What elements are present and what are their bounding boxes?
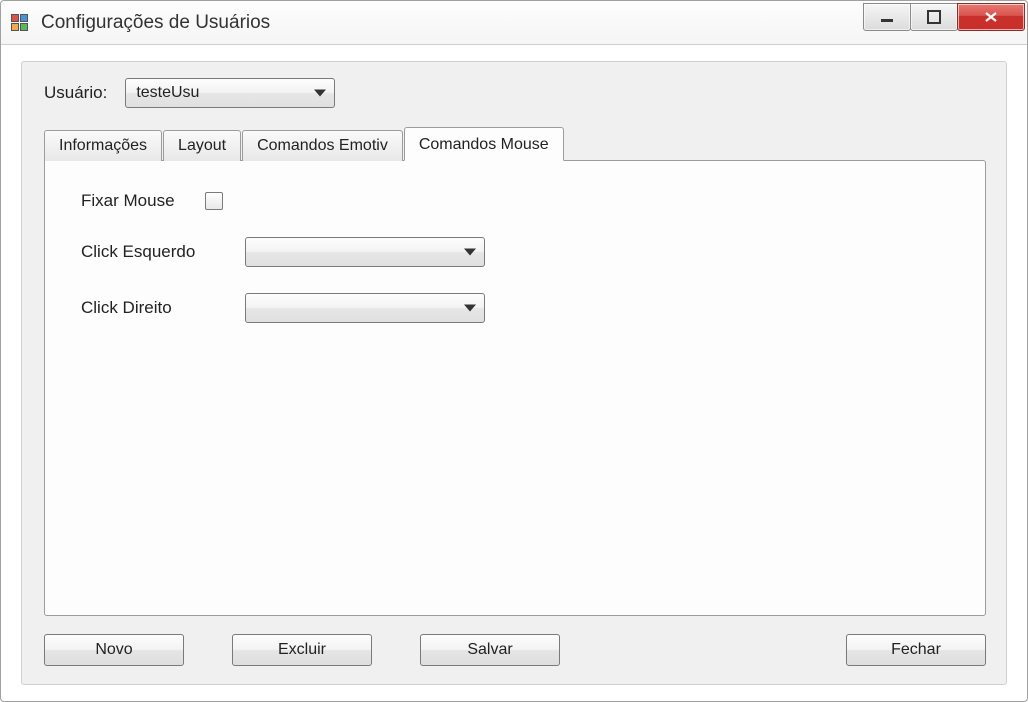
close-button[interactable] <box>957 3 1025 31</box>
chevron-down-icon <box>314 90 326 97</box>
tab-label: Informações <box>59 137 147 154</box>
close-icon <box>983 10 999 24</box>
window: Configurações de Usuários Usuário: tes <box>0 0 1028 702</box>
row-fixar-mouse: Fixar Mouse <box>75 191 955 211</box>
minimize-button[interactable] <box>863 3 911 31</box>
fechar-button[interactable]: Fechar <box>846 634 986 666</box>
chevron-down-icon <box>464 249 476 256</box>
salvar-button[interactable]: Salvar <box>420 634 560 666</box>
tab-label: Layout <box>178 137 226 154</box>
checkbox-fixar-mouse[interactable] <box>205 192 223 210</box>
minimize-icon <box>880 10 894 24</box>
tab-comandos-mouse[interactable]: Comandos Mouse <box>404 127 564 161</box>
maximize-icon <box>927 10 941 24</box>
row-click-direito: Click Direito <box>75 293 955 323</box>
tab-page-comandos-mouse: Fixar Mouse Click Esquerdo Click Direito <box>44 160 986 616</box>
label-click-direito: Click Direito <box>75 298 245 318</box>
combobox-click-direito[interactable] <box>245 293 485 323</box>
label-fixar-mouse: Fixar Mouse <box>75 191 205 211</box>
maximize-button[interactable] <box>910 3 958 31</box>
user-label: Usuário: <box>44 83 107 103</box>
label-click-esquerdo: Click Esquerdo <box>75 242 245 262</box>
button-label: Fechar <box>891 641 941 659</box>
window-title: Configurações de Usuários <box>41 12 270 34</box>
row-click-esquerdo: Click Esquerdo <box>75 237 955 267</box>
tab-label: Comandos Emotiv <box>257 137 388 154</box>
chevron-down-icon <box>464 305 476 312</box>
tab-comandos-emotiv[interactable]: Comandos Emotiv <box>242 130 403 161</box>
combobox-click-esquerdo[interactable] <box>245 237 485 267</box>
main-panel: Usuário: testeUsu Informações Layout Com… <box>21 61 1007 685</box>
button-label: Excluir <box>278 641 326 659</box>
user-combobox[interactable]: testeUsu <box>125 78 335 108</box>
window-controls <box>864 3 1025 33</box>
app-icon <box>11 14 29 32</box>
button-label: Novo <box>95 641 132 659</box>
user-row: Usuário: testeUsu <box>44 78 986 108</box>
tab-informacoes[interactable]: Informações <box>44 130 162 161</box>
tab-label: Comandos Mouse <box>419 136 549 153</box>
titlebar: Configurações de Usuários <box>1 1 1027 45</box>
button-label: Salvar <box>467 641 512 659</box>
excluir-button[interactable]: Excluir <box>232 634 372 666</box>
client-area: Usuário: testeUsu Informações Layout Com… <box>1 45 1027 701</box>
button-bar: Novo Excluir Salvar Fechar <box>44 634 986 666</box>
tab-strip: Informações Layout Comandos Emotiv Coman… <box>44 126 986 160</box>
tab-layout[interactable]: Layout <box>163 130 241 161</box>
novo-button[interactable]: Novo <box>44 634 184 666</box>
user-combobox-value: testeUsu <box>136 84 199 102</box>
